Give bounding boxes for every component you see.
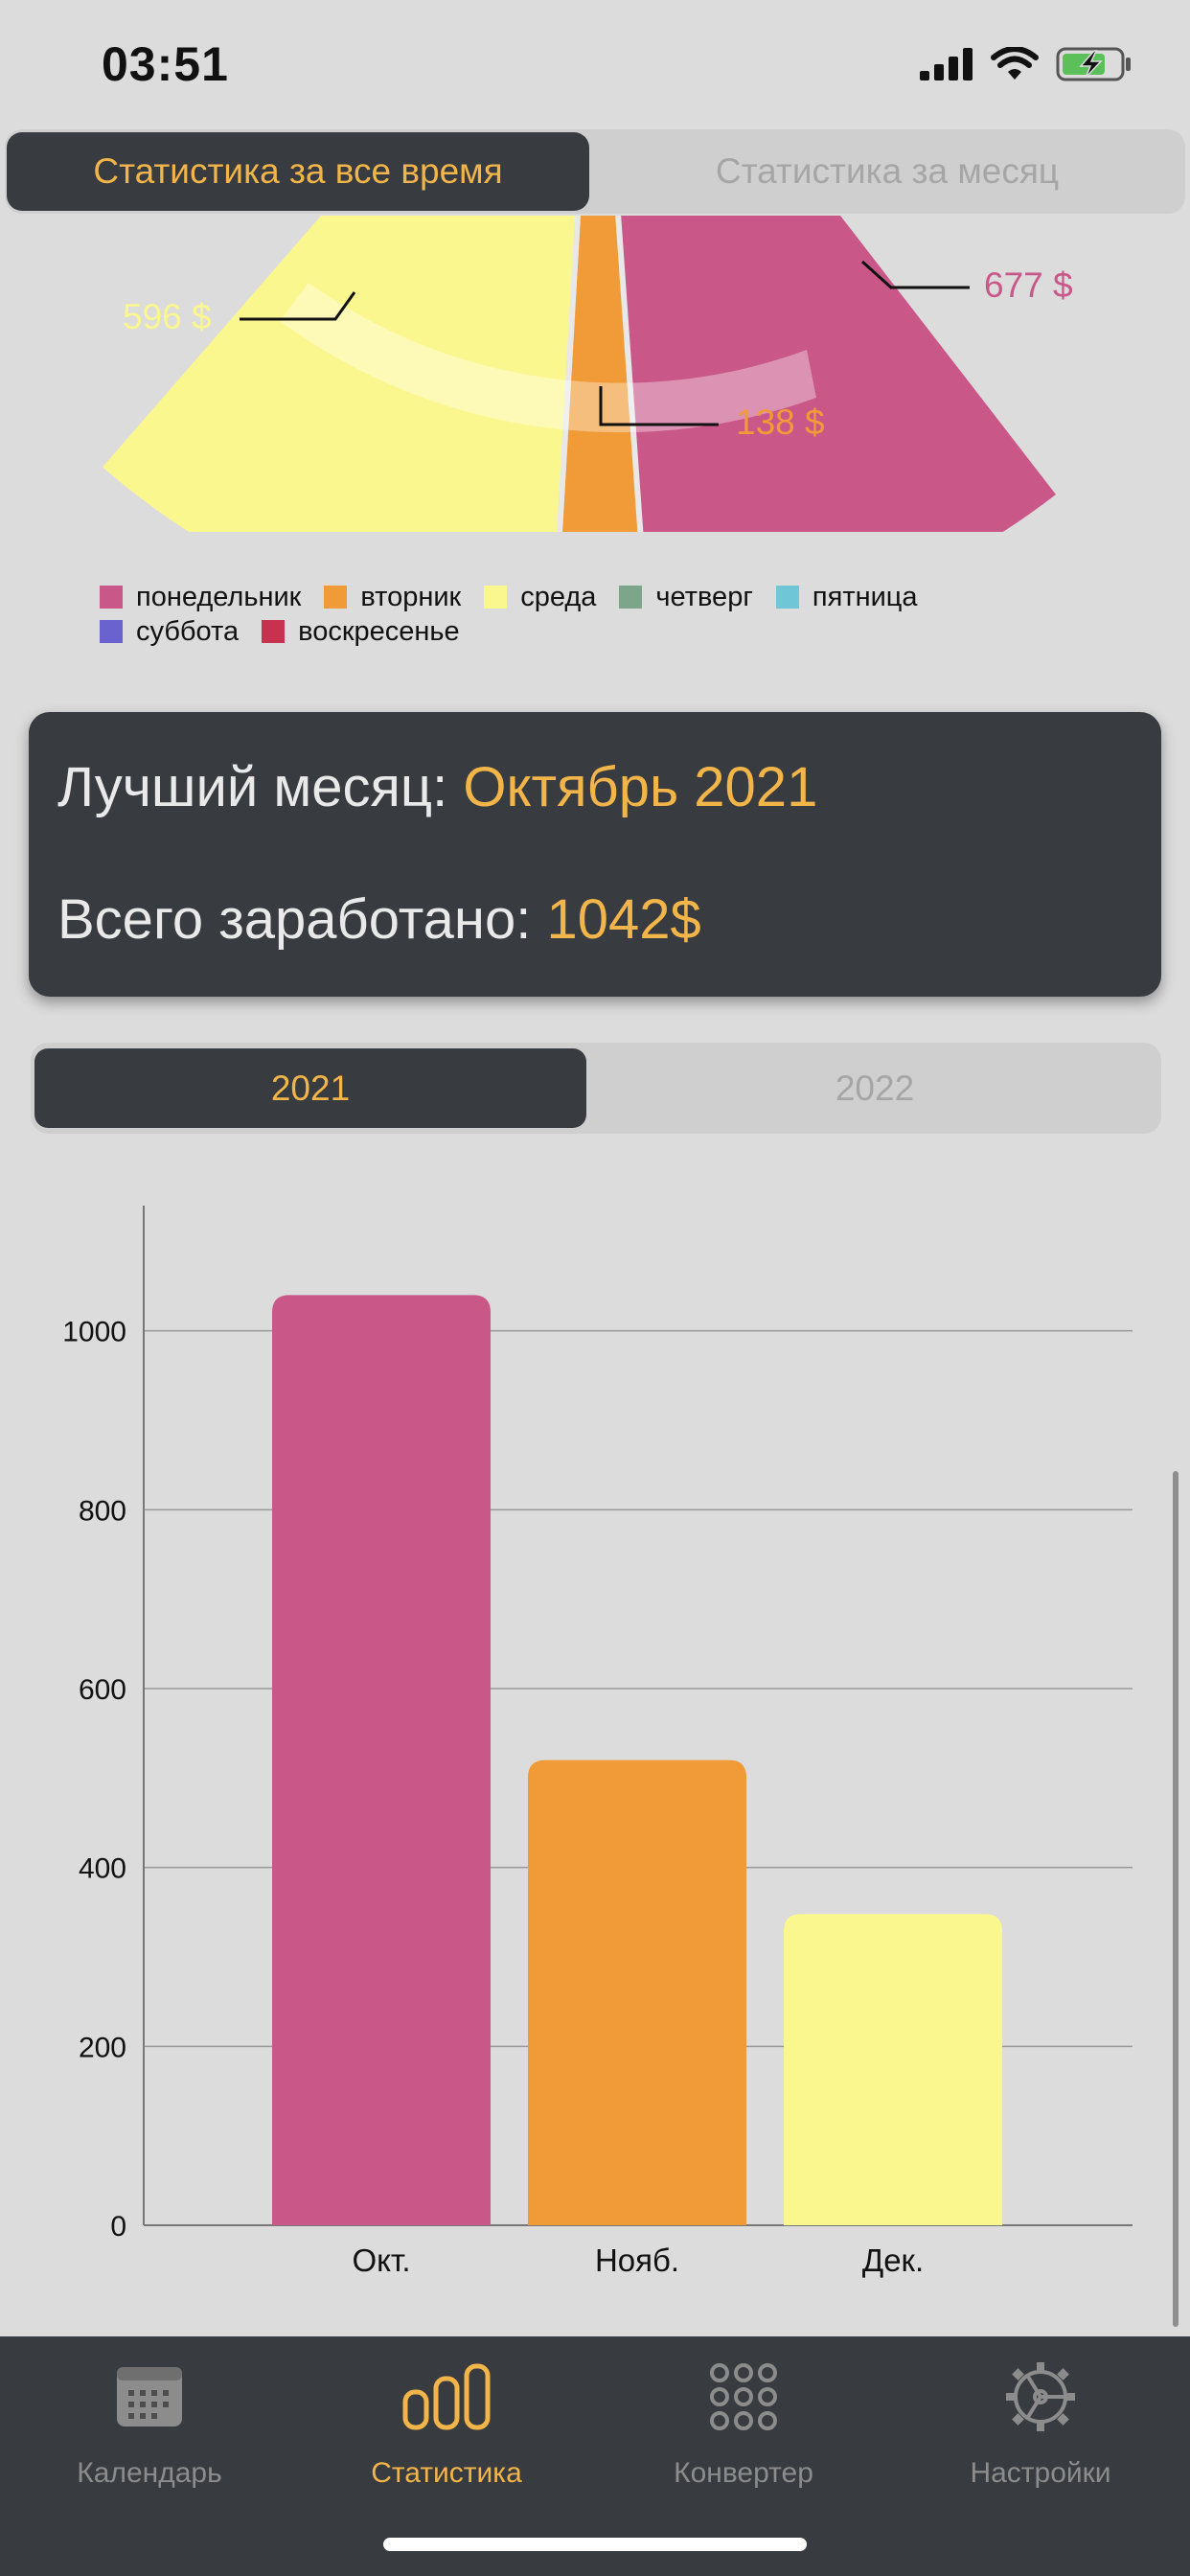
- pie-label-wednesday: 596 $: [123, 297, 212, 336]
- y-tick-label: 600: [79, 1674, 126, 1706]
- best-month-value: Октябрь 2021: [463, 756, 818, 818]
- battery-charging-icon: [1056, 47, 1131, 81]
- tab-year-2022[interactable]: 2022: [590, 1043, 1159, 1134]
- legend-item-saturday: суббота: [100, 616, 239, 648]
- monthly-bar-chart: 0 200 400 600 800 1000 Окт. Нояб. Дек.: [0, 1188, 1190, 2300]
- bar-2: [784, 1914, 1002, 2225]
- tab-converter[interactable]: Конвертер: [600, 2356, 887, 2490]
- total-earned-value: 1042$: [546, 888, 701, 951]
- pie-label-tuesday: 138 $: [736, 402, 825, 442]
- tab-month-stats[interactable]: Статистика за месяц: [591, 129, 1183, 214]
- tab-statistics-label: Статистика: [371, 2457, 522, 2489]
- y-tick-label: 400: [79, 1853, 126, 1885]
- total-earned-label: Всего заработано:: [57, 888, 532, 951]
- legend-item-wednesday: среда: [484, 582, 596, 613]
- legend-item-sunday: воскресенье: [262, 616, 460, 648]
- stats-period-segmented-control: Статистика за все время Статистика за ме…: [5, 129, 1185, 214]
- tab-converter-label: Конвертер: [674, 2457, 813, 2489]
- grid-dots-icon: [710, 2363, 777, 2430]
- total-earned-line: Всего заработано: 1042$: [57, 887, 701, 952]
- y-tick-label: 0: [110, 2211, 126, 2242]
- tab-settings[interactable]: Настройки: [897, 2356, 1184, 2490]
- tab-statistics[interactable]: Статистика: [303, 2356, 590, 2490]
- pie-slice-wednesday: [103, 216, 579, 532]
- tab-year-2021[interactable]: 2021: [34, 1048, 586, 1128]
- tab-settings-label: Настройки: [970, 2457, 1111, 2489]
- pie-legend: понедельник вторник среда четверг пятниц…: [100, 580, 1058, 649]
- y-tick-label: 1000: [62, 1317, 126, 1348]
- legend-item-thursday: четверг: [619, 582, 753, 613]
- legend-item-friday: пятница: [775, 582, 918, 613]
- tab-all-time-stats[interactable]: Статистика за все время: [7, 132, 589, 211]
- tab-calendar[interactable]: Календарь: [6, 2356, 293, 2490]
- x-tick-label: Дек.: [862, 2242, 924, 2278]
- bar-1: [528, 1760, 746, 2225]
- home-indicator[interactable]: [383, 2538, 807, 2551]
- x-tick-label: Окт.: [352, 2242, 410, 2278]
- scroll-indicator[interactable]: [1173, 1471, 1179, 2327]
- status-time: 03:51: [102, 37, 229, 91]
- wifi-icon: [991, 47, 1039, 80]
- status-icons: [920, 42, 1133, 86]
- bar-0: [272, 1295, 491, 2225]
- pie-label-monday: 677 $: [984, 265, 1073, 305]
- pie-slice-monday: [618, 216, 1056, 532]
- tab-calendar-label: Календарь: [77, 2457, 222, 2489]
- gear-icon: [1006, 2362, 1075, 2431]
- summary-card: Лучший месяц: Октябрь 2021 Всего заработ…: [29, 712, 1161, 997]
- year-segmented-control: 2021 2022: [31, 1043, 1161, 1134]
- legend-item-tuesday: вторник: [324, 582, 461, 613]
- best-month-line: Лучший месяц: Октябрь 2021: [57, 755, 817, 819]
- legend-item-monday: понедельник: [100, 582, 301, 613]
- cellular-signal-icon: [920, 48, 973, 80]
- best-month-label: Лучший месяц:: [57, 756, 448, 818]
- y-tick-label: 200: [79, 2032, 126, 2063]
- weekday-pie-chart: 596 $ 138 $ 677 $: [0, 216, 1190, 532]
- calendar-icon: [117, 2367, 182, 2426]
- y-tick-label: 800: [79, 1495, 126, 1527]
- x-tick-label: Нояб.: [595, 2242, 679, 2278]
- chart-bars-icon: [402, 2363, 491, 2430]
